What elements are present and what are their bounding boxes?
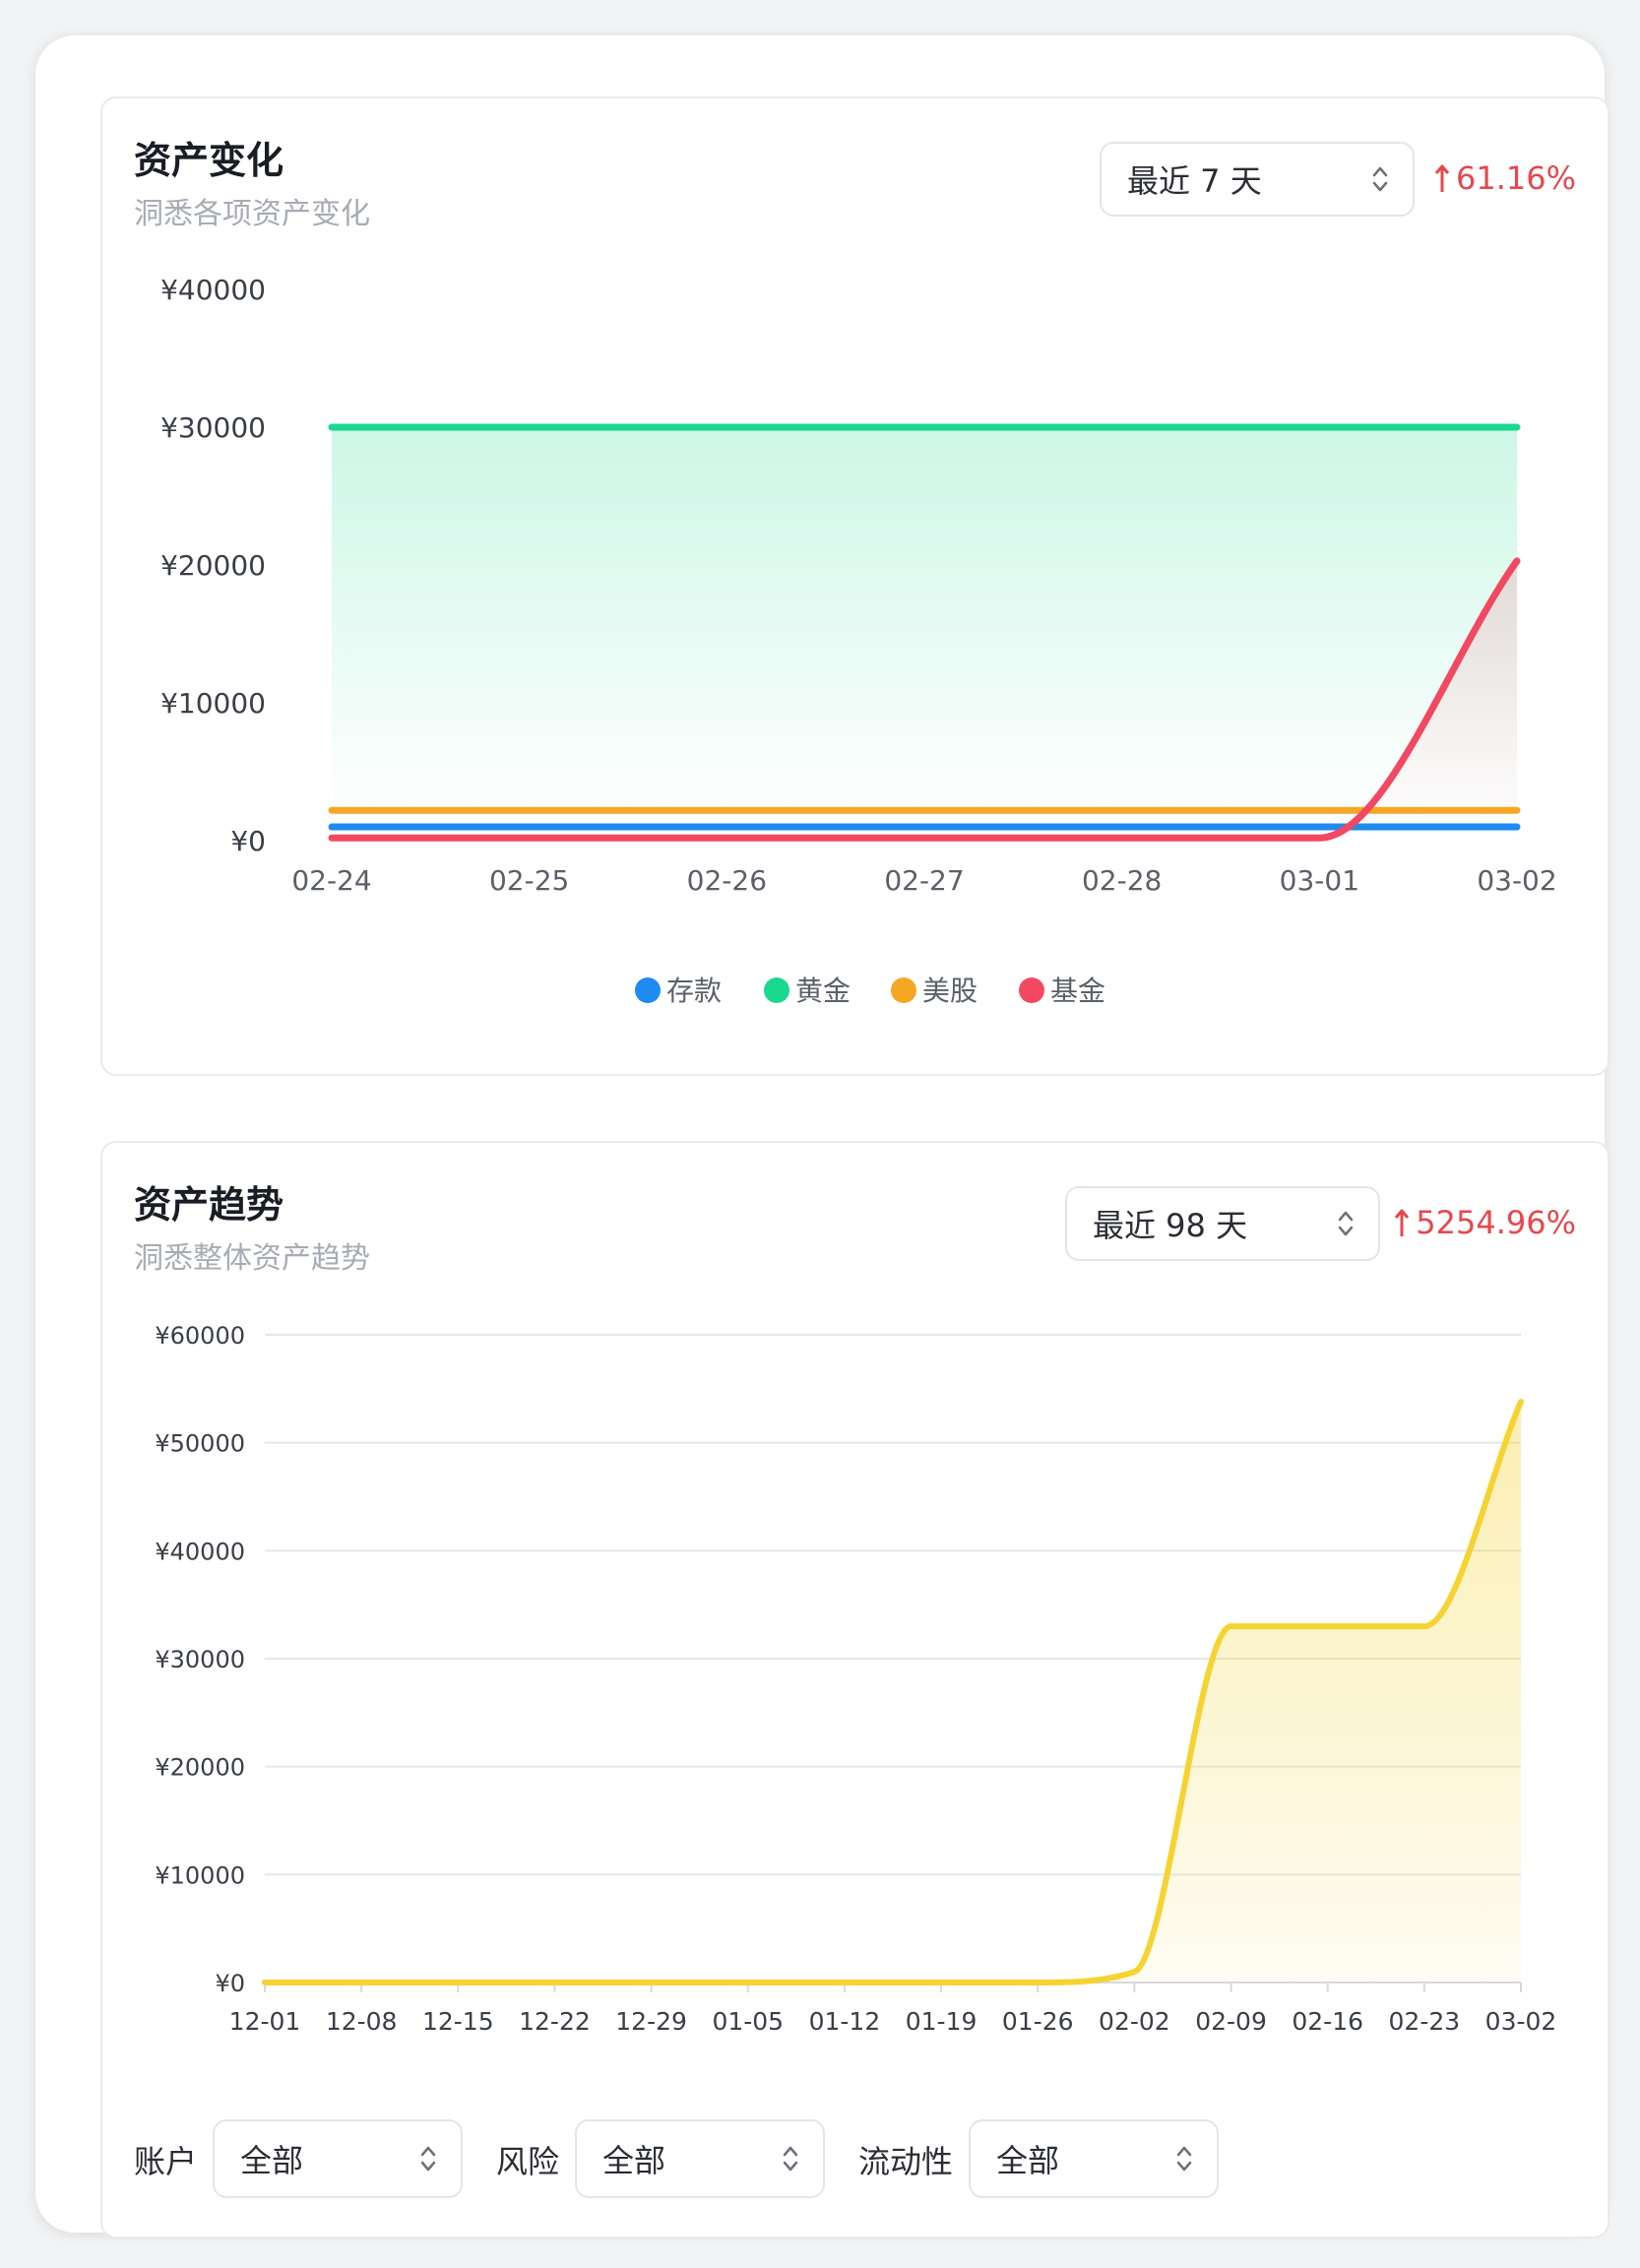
x-tick-label: 12-22 (519, 2007, 591, 2036)
x-tick-label: 02-24 (291, 864, 371, 897)
x-tick-label: 02-26 (687, 864, 767, 897)
y-tick-label: ¥40000 (160, 274, 266, 306)
x-tick-label: 01-19 (906, 2007, 978, 2036)
x-tick-label: 02-16 (1292, 2007, 1363, 2036)
x-tick-label: 02-02 (1099, 2007, 1170, 2036)
liquidity-filter-value: 全部 (996, 2142, 1060, 2179)
liquidity-filter-select[interactable]: 全部 (969, 2119, 1219, 2198)
risk-filter-value: 全部 (602, 2142, 666, 2179)
x-tick-label: 12-29 (615, 2007, 687, 2036)
legend-label: 黄金 (795, 975, 851, 1007)
x-tick-label: 02-23 (1389, 2007, 1461, 2036)
x-tick-label: 03-01 (1280, 864, 1359, 897)
updown-chevron-icon (783, 2146, 798, 2172)
updown-chevron-icon (1176, 2146, 1192, 2172)
x-tick-label: 12-15 (422, 2007, 494, 2036)
series-area (265, 1401, 1521, 1983)
asset-change-card: 资产变化 洞悉各项资产变化 最近 7 天 61.16% ¥0 ¥10000 ¥200… (100, 96, 1609, 1076)
x-tick-label: 12-01 (229, 2007, 301, 2036)
y-tick-label: ¥60000 (155, 1322, 245, 1350)
x-tick-label: 01-26 (1002, 2007, 1074, 2036)
x-tick-label: 03-02 (1477, 864, 1556, 897)
y-tick-label: ¥0 (215, 1970, 245, 1997)
x-tick-label: 01-05 (712, 2007, 784, 2036)
asset-change-chart: ¥0 ¥10000 ¥20000 ¥30000 ¥40000 02-24 02-25 02-2… (160, 274, 1557, 1007)
legend-marker (1019, 977, 1044, 1003)
legend-marker (764, 977, 789, 1003)
x-tick-label: 02-28 (1082, 864, 1162, 897)
legend-label: 基金 (1050, 975, 1105, 1007)
x-tick-label: 02-09 (1195, 2007, 1267, 2036)
y-tick-label: ¥10000 (160, 687, 266, 720)
x-tick-label: 12-08 (326, 2007, 398, 2036)
legend-marker (635, 977, 661, 1003)
y-tick-label: ¥30000 (155, 1646, 245, 1673)
legend-label: 美股 (922, 975, 978, 1007)
outer-frame: 资产变化 洞悉各项资产变化 最近 7 天 61.16% ¥0 ¥10000 ¥200… (35, 35, 1609, 2238)
x-tick-label: 01-12 (809, 2007, 881, 2036)
y-tick-label: ¥30000 (160, 411, 266, 444)
y-tick-label: ¥50000 (155, 1430, 245, 1458)
x-tick-label: 02-25 (489, 864, 569, 897)
legend-marker (891, 977, 916, 1003)
asset-trend-chart: ¥0 ¥10000 ¥20000 ¥30000 ¥40000 ¥50000 ¥60000 12… (155, 1322, 1557, 2036)
filter-label-risk: 风险 (496, 2143, 560, 2180)
filter-label-account: 账户 (134, 2143, 198, 2180)
y-tick-label: ¥20000 (160, 549, 266, 582)
series-area (332, 427, 1517, 841)
y-tick-label: ¥0 (230, 825, 266, 857)
updown-chevron-icon (420, 2146, 436, 2172)
x-tick-label: 03-02 (1485, 2007, 1557, 2036)
risk-filter-select[interactable]: 全部 (575, 2119, 825, 2198)
filter-label-liquidity: 流动性 (858, 2143, 954, 2180)
x-tick-label: 02-27 (884, 864, 964, 897)
legend-label: 存款 (666, 975, 722, 1007)
account-filter-select[interactable]: 全部 (213, 2119, 463, 2198)
asset-trend-card: 资产趋势 洞悉整体资产趋势 最近 98 天 5254.96% ¥0 ¥10000 ¥… (100, 1141, 1609, 2238)
y-tick-label: ¥20000 (155, 1754, 245, 1782)
account-filter-value: 全部 (240, 2142, 304, 2179)
y-tick-label: ¥40000 (155, 1538, 245, 1565)
y-tick-label: ¥10000 (155, 1861, 245, 1889)
